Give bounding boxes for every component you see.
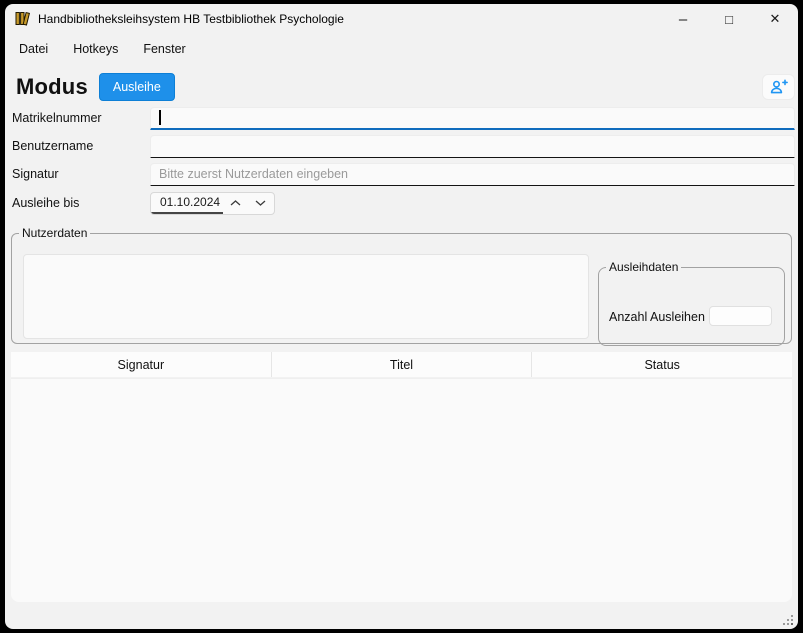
maximize-button[interactable]: □	[706, 4, 752, 34]
form-row-matrikelnummer: Matrikelnummer	[12, 106, 795, 130]
resize-grip-icon[interactable]	[782, 614, 795, 627]
menu-hotkeys[interactable]: Hotkeys	[73, 42, 118, 56]
text-caret	[159, 110, 161, 125]
matrikelnummer-input[interactable]	[150, 107, 795, 130]
form-row-benutzername: Benutzername	[12, 134, 795, 158]
column-header-titel[interactable]: Titel	[271, 352, 532, 377]
window-title: Handbibliotheksleihsystem HB Testbibliot…	[38, 12, 344, 26]
books-icon	[14, 10, 31, 27]
app-window: Handbibliotheksleihsystem HB Testbibliot…	[5, 4, 798, 629]
add-user-button[interactable]	[762, 74, 795, 100]
date-increment-button[interactable]	[223, 193, 248, 214]
menu-datei[interactable]: Datei	[19, 42, 48, 56]
benutzername-label: Benutzername	[12, 139, 150, 153]
ausleihdaten-legend: Ausleihdaten	[606, 260, 681, 274]
form-row-ausleihe-bis: Ausleihe bis 01.10.2024	[12, 191, 795, 215]
chevron-down-icon	[255, 200, 266, 206]
date-value[interactable]: 01.10.2024	[151, 193, 223, 214]
date-spinner[interactable]: 01.10.2024	[150, 192, 275, 215]
mode-label: Modus	[16, 74, 88, 100]
table-body	[11, 378, 792, 602]
chevron-up-icon	[230, 200, 241, 206]
mode-ausleihe-button[interactable]: Ausleihe	[99, 73, 175, 101]
close-button[interactable]: ✕	[752, 4, 798, 34]
anzahl-ausleihen-label: Anzahl Ausleihen	[609, 310, 705, 324]
window-controls: – □ ✕	[660, 4, 798, 34]
menubar: Datei Hotkeys Fenster	[5, 34, 798, 64]
signatur-input[interactable]: Bitte zuerst Nutzerdaten eingeben	[150, 163, 795, 186]
nutzerdaten-groupbox: Nutzerdaten Ausleihdaten Anzahl Ausleihe…	[11, 226, 792, 344]
minimize-button[interactable]: –	[660, 4, 706, 34]
form-row-signatur: Signatur Bitte zuerst Nutzerdaten eingeb…	[12, 162, 795, 186]
date-decrement-button[interactable]	[248, 193, 273, 214]
ausleihe-bis-label: Ausleihe bis	[12, 196, 150, 210]
nutzerdaten-textarea[interactable]	[23, 254, 589, 339]
column-header-signatur[interactable]: Signatur	[11, 352, 271, 377]
menu-fenster[interactable]: Fenster	[143, 42, 185, 56]
nutzerdaten-legend: Nutzerdaten	[19, 226, 90, 240]
matrikelnummer-label: Matrikelnummer	[12, 111, 150, 125]
column-header-status[interactable]: Status	[531, 352, 792, 377]
signatur-label: Signatur	[12, 167, 150, 181]
person-add-icon	[769, 79, 789, 95]
table-header: Signatur Titel Status	[11, 352, 792, 377]
signatur-placeholder: Bitte zuerst Nutzerdaten eingeben	[159, 167, 348, 181]
mode-row: Modus Ausleihe	[5, 70, 798, 104]
anzahl-ausleihen-input[interactable]	[709, 306, 772, 326]
benutzername-input[interactable]	[150, 135, 795, 158]
ausleihdaten-groupbox: Ausleihdaten Anzahl Ausleihen	[598, 260, 785, 346]
titlebar: Handbibliotheksleihsystem HB Testbibliot…	[5, 4, 798, 33]
